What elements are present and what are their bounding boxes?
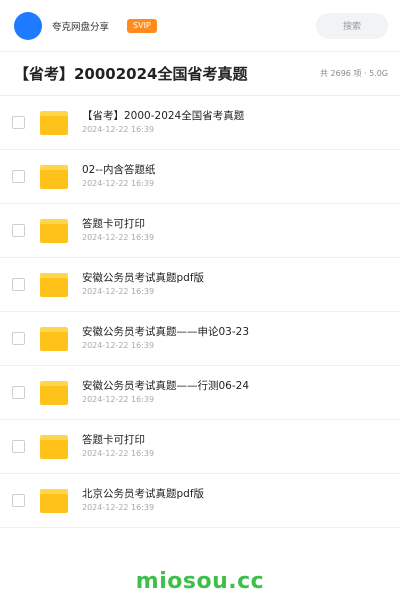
watermark: miosou.cc	[135, 569, 265, 594]
avatar[interactable]	[14, 11, 42, 40]
item-count-size: 共 2696 项 · 5.0G	[320, 69, 388, 78]
file-row[interactable]: 安徽公务员考试真题pdf版 2024-12-22 16:39	[0, 258, 400, 312]
file-row[interactable]: 02--内含答题纸 2024-12-22 16:39	[0, 150, 400, 204]
row-checkbox[interactable]	[12, 116, 25, 129]
file-row[interactable]: 答题卡可打印 2024-12-22 16:39	[0, 204, 400, 258]
search-button-label: 搜索	[342, 22, 361, 32]
file-row[interactable]: 答题卡可打印 2024-12-22 16:39	[0, 420, 400, 474]
row-checkbox[interactable]	[12, 278, 25, 291]
folder-icon	[40, 488, 68, 513]
file-row[interactable]: 安徽公务员考试真题——行测06-24 2024-12-22 16:39	[0, 366, 400, 420]
file-row[interactable]: 北京公务员考试真题pdf版 2024-12-22 16:39	[0, 474, 400, 528]
file-date: 2024-12-22 16:39	[82, 341, 155, 350]
row-checkbox[interactable]	[12, 494, 25, 507]
file-text: 安徽公务员考试真题——申论03-23 2024-12-22 16:39	[82, 325, 249, 352]
folder-icon	[40, 434, 68, 459]
file-date: 2024-12-22 16:39	[82, 125, 155, 134]
file-name[interactable]: 【省考】2000-2024全国省考真题	[82, 109, 244, 123]
file-text: 答题卡可打印 2024-12-22 16:39	[82, 217, 154, 244]
folder-icon	[40, 272, 68, 297]
row-checkbox[interactable]	[12, 332, 25, 345]
file-date: 2024-12-22 16:39	[82, 449, 155, 458]
vip-badge: SVIP	[127, 18, 157, 33]
file-text: 安徽公务员考试真题——行测06-24 2024-12-22 16:39	[82, 379, 249, 406]
file-text: 北京公务员考试真题pdf版 2024-12-22 16:39	[82, 487, 204, 514]
folder-icon	[40, 218, 68, 243]
file-text: 02--内含答题纸 2024-12-22 16:39	[82, 163, 155, 190]
folder-icon	[40, 164, 68, 189]
row-checkbox[interactable]	[12, 386, 25, 399]
file-name[interactable]: 安徽公务员考试真题——申论03-23	[82, 325, 249, 339]
title-bar: 【省考】20002024全国省考真题 共 2696 项 · 5.0G	[0, 52, 400, 96]
file-text: 安徽公务员考试真题pdf版 2024-12-22 16:39	[82, 271, 204, 298]
file-date: 2024-12-22 16:39	[82, 287, 155, 296]
file-date: 2024-12-22 16:39	[82, 503, 155, 512]
file-name[interactable]: 安徽公务员考试真题——行测06-24	[82, 379, 249, 393]
file-name[interactable]: 安徽公务员考试真题pdf版	[82, 271, 204, 285]
file-name[interactable]: 02--内含答题纸	[82, 163, 155, 177]
file-date: 2024-12-22 16:39	[82, 179, 155, 188]
file-row[interactable]: 安徽公务员考试真题——申论03-23 2024-12-22 16:39	[0, 312, 400, 366]
username: 夸克网盘分享	[52, 21, 110, 33]
folder-icon	[40, 380, 68, 405]
file-date: 2024-12-22 16:39	[82, 233, 155, 242]
app: 夸克网盘分享 SVIP 搜索 【省考】20002024全国省考真题 共 2696…	[0, 0, 400, 600]
row-checkbox[interactable]	[12, 224, 25, 237]
file-name[interactable]: 答题卡可打印	[82, 217, 154, 231]
folder-icon	[40, 326, 68, 351]
file-row[interactable]: 【省考】2000-2024全国省考真题 2024-12-22 16:39	[0, 96, 400, 150]
file-list: 【省考】2000-2024全国省考真题 2024-12-22 16:39 02-…	[0, 96, 400, 528]
file-date: 2024-12-22 16:39	[82, 395, 155, 404]
file-name[interactable]: 答题卡可打印	[82, 433, 154, 447]
row-checkbox[interactable]	[12, 440, 25, 453]
folder-icon	[40, 110, 68, 135]
row-checkbox[interactable]	[12, 170, 25, 183]
header: 夸克网盘分享 SVIP 搜索	[0, 0, 400, 52]
file-name[interactable]: 北京公务员考试真题pdf版	[82, 487, 204, 501]
file-text: 答题卡可打印 2024-12-22 16:39	[82, 433, 154, 460]
search-button[interactable]: 搜索	[316, 12, 388, 39]
file-text: 【省考】2000-2024全国省考真题 2024-12-22 16:39	[82, 109, 244, 136]
page-title: 【省考】20002024全国省考真题	[14, 65, 248, 83]
